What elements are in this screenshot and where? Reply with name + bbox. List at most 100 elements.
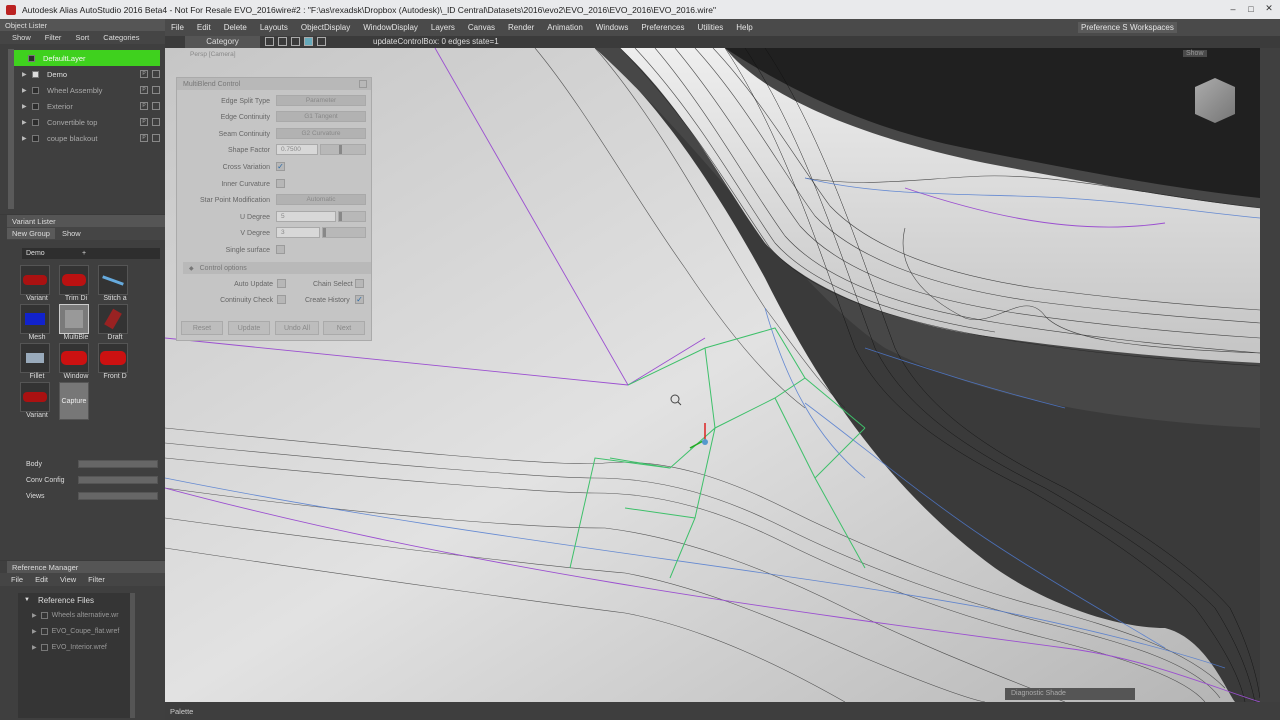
reference-root[interactable]: ▼ Reference Files bbox=[18, 593, 130, 607]
menu-file[interactable]: File bbox=[11, 575, 23, 584]
menu-delete[interactable]: Delete bbox=[224, 23, 247, 32]
menu-preferences[interactable]: Preferences bbox=[641, 23, 684, 32]
create-history-checkbox[interactable]: ✓ bbox=[355, 295, 364, 304]
capture-button[interactable]: Capture bbox=[59, 382, 98, 420]
reset-button[interactable]: Reset bbox=[181, 321, 223, 335]
layer-p-toggle[interactable]: P bbox=[140, 86, 148, 94]
category-dropdown[interactable]: Category bbox=[185, 36, 260, 48]
variant-thumb[interactable]: Stitch a bbox=[98, 265, 137, 302]
u-degree-slider[interactable] bbox=[338, 211, 366, 222]
control-options-section[interactable]: ◆ Control options bbox=[183, 262, 371, 274]
continuity-check-checkbox[interactable] bbox=[277, 295, 286, 304]
expand-icon[interactable]: ▶ bbox=[22, 71, 27, 78]
menu-layouts[interactable]: Layouts bbox=[260, 23, 288, 32]
reference-scrollbar[interactable] bbox=[130, 593, 135, 718]
variant-thumb[interactable]: Front D bbox=[98, 343, 137, 380]
expand-icon[interactable]: ▶ bbox=[22, 87, 27, 94]
menu-filter[interactable]: Filter bbox=[45, 33, 62, 42]
inner-curvature-checkbox[interactable] bbox=[276, 179, 285, 188]
group-slider[interactable] bbox=[78, 476, 158, 484]
right-scrollbar[interactable] bbox=[1260, 48, 1280, 702]
variant-thumb[interactable]: Fillet bbox=[20, 343, 59, 380]
v-degree-slider[interactable] bbox=[322, 227, 366, 238]
variant-thumb[interactable]: MultiBle bbox=[59, 304, 98, 341]
tool-icons[interactable] bbox=[265, 37, 326, 46]
variant-thumb[interactable]: Draft bbox=[98, 304, 137, 341]
layer-row[interactable]: ▶ coupe blackout P bbox=[0, 130, 165, 146]
menu-render[interactable]: Render bbox=[508, 23, 534, 32]
update-button[interactable]: Update bbox=[228, 321, 270, 335]
menu-categories[interactable]: Categories bbox=[103, 33, 139, 42]
shape-factor-slider[interactable] bbox=[320, 144, 366, 155]
add-icon[interactable]: + bbox=[82, 250, 86, 257]
layer-p-toggle[interactable]: P bbox=[140, 70, 148, 78]
layer-s-toggle[interactable] bbox=[152, 134, 160, 142]
menu-show[interactable]: Show bbox=[12, 33, 31, 42]
edge-continuity-dropdown[interactable]: G1 Tangent bbox=[276, 111, 366, 122]
menu-file[interactable]: File bbox=[171, 23, 184, 32]
seam-continuity-dropdown[interactable]: G2 Curvature bbox=[276, 128, 366, 139]
layer-p-toggle[interactable]: P bbox=[140, 102, 148, 110]
next-button[interactable]: Next bbox=[323, 321, 365, 335]
expand-icon[interactable]: ▶ bbox=[22, 103, 27, 110]
v-degree-field[interactable]: 3 bbox=[276, 227, 320, 238]
view-cube-icon[interactable] bbox=[1195, 78, 1235, 123]
layer-s-toggle[interactable] bbox=[152, 118, 160, 126]
show-tab[interactable]: Show bbox=[55, 228, 88, 239]
variant-thumb[interactable]: Variant bbox=[20, 265, 59, 302]
variant-group-bar[interactable]: Demo + bbox=[22, 248, 160, 259]
layer-s-toggle[interactable] bbox=[152, 86, 160, 94]
u-degree-field[interactable]: 5 bbox=[276, 211, 336, 222]
reference-file-row[interactable]: ▶ EVO_Coupe_flat.wref bbox=[18, 623, 130, 639]
variant-thumb[interactable]: Variant bbox=[20, 382, 59, 420]
reference-file-row[interactable]: ▶ EVO_Interior.wref bbox=[18, 639, 130, 655]
edge-split-dropdown[interactable]: Parameter bbox=[276, 95, 366, 106]
viewport-show-button[interactable]: Show bbox=[1183, 50, 1207, 57]
menu-help[interactable]: Help bbox=[736, 23, 752, 32]
workspaces-button[interactable]: Workspaces bbox=[1127, 22, 1177, 33]
layer-visibility-checkbox[interactable] bbox=[28, 54, 35, 62]
group-slider[interactable] bbox=[78, 460, 158, 468]
layer-p-toggle[interactable]: P bbox=[140, 134, 148, 142]
menu-utilities[interactable]: Utilities bbox=[697, 23, 723, 32]
new-group-tab[interactable]: New Group bbox=[7, 228, 55, 239]
group-slider[interactable] bbox=[78, 492, 158, 500]
diagnostic-shade-bar[interactable]: Diagnostic Shade bbox=[1005, 688, 1135, 700]
maximize-button[interactable]: □ bbox=[1244, 2, 1258, 15]
menu-objectdisplay[interactable]: ObjectDisplay bbox=[301, 23, 350, 32]
undo-all-button[interactable]: Undo All bbox=[275, 321, 319, 335]
variant-thumb[interactable]: Window bbox=[59, 343, 98, 380]
single-surface-checkbox[interactable] bbox=[276, 245, 285, 254]
layer-row[interactable]: ▶ Convertible top P bbox=[0, 114, 165, 130]
menu-canvas[interactable]: Canvas bbox=[468, 23, 495, 32]
close-button[interactable]: ✕ bbox=[1262, 2, 1276, 15]
layer-row[interactable]: DefaultLayer bbox=[14, 50, 160, 66]
shape-factor-field[interactable]: 0.7500 bbox=[276, 144, 318, 155]
variant-thumb[interactable]: Mesh bbox=[20, 304, 59, 341]
auto-update-checkbox[interactable] bbox=[277, 279, 286, 288]
chain-select-checkbox[interactable] bbox=[355, 279, 364, 288]
minimize-button[interactable]: – bbox=[1226, 2, 1240, 15]
layer-row[interactable]: ▶ Wheel Assembly P bbox=[0, 82, 165, 98]
variant-group-row[interactable]: Body bbox=[22, 459, 160, 469]
menu-edit[interactable]: Edit bbox=[35, 575, 48, 584]
dialog-close-icon[interactable] bbox=[359, 80, 367, 88]
menu-view[interactable]: View bbox=[60, 575, 76, 584]
layer-row[interactable]: ▶ Demo P bbox=[0, 66, 165, 82]
layer-row[interactable]: ▶ Exterior P bbox=[0, 98, 165, 114]
expand-icon[interactable]: ▶ bbox=[22, 135, 27, 142]
cross-variation-checkbox[interactable]: ✓ bbox=[276, 162, 285, 171]
menu-layers[interactable]: Layers bbox=[431, 23, 455, 32]
expand-icon[interactable]: ▶ bbox=[22, 119, 27, 126]
menu-windowdisplay[interactable]: WindowDisplay bbox=[363, 23, 418, 32]
layer-s-toggle[interactable] bbox=[152, 102, 160, 110]
menu-animation[interactable]: Animation bbox=[547, 23, 583, 32]
variant-group-row[interactable]: Conv Config bbox=[22, 475, 160, 485]
menu-sort[interactable]: Sort bbox=[75, 33, 89, 42]
star-point-dropdown[interactable]: Automatic bbox=[276, 194, 366, 205]
menu-edit[interactable]: Edit bbox=[197, 23, 211, 32]
menu-filter[interactable]: Filter bbox=[88, 575, 105, 584]
menu-windows[interactable]: Windows bbox=[596, 23, 628, 32]
layer-s-toggle[interactable] bbox=[152, 70, 160, 78]
variant-group-row[interactable]: Views bbox=[22, 491, 160, 501]
